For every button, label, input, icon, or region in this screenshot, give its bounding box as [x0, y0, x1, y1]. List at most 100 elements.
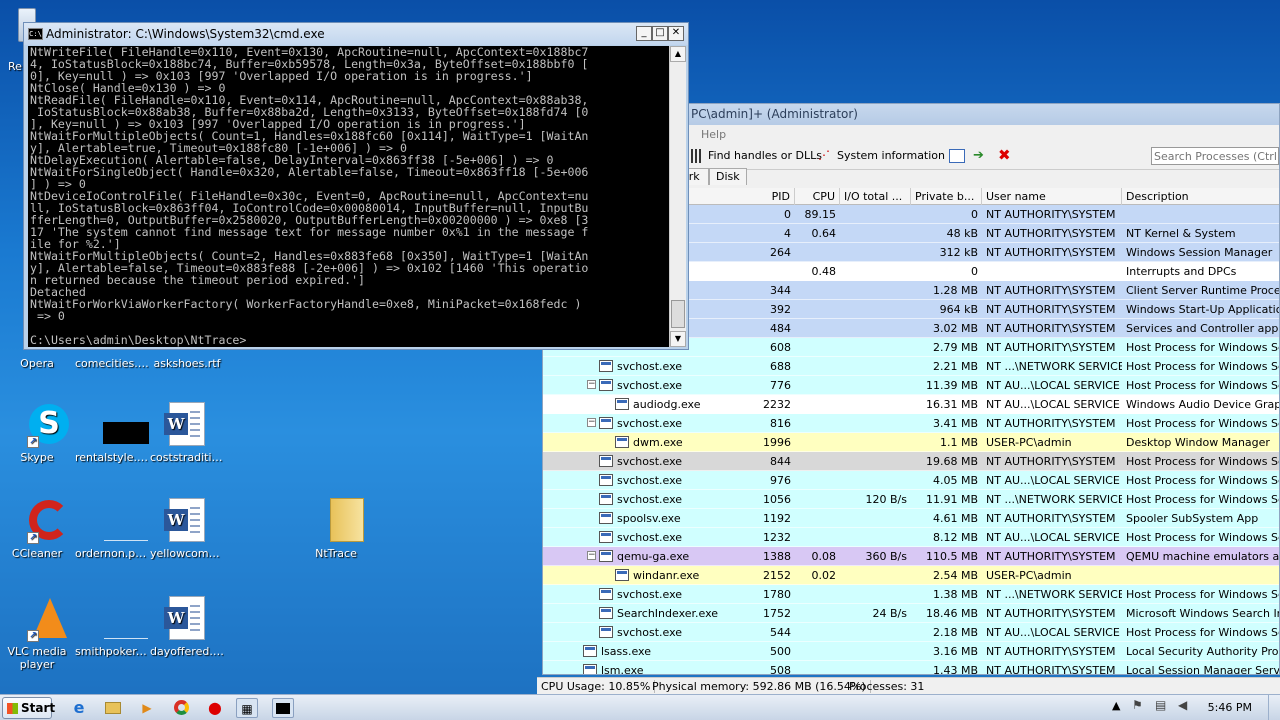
process-private-bytes: 2.54 MB — [932, 569, 978, 582]
console-line: => 0 — [30, 309, 65, 323]
process-row[interactable]: svchost.exe 1232 8.12 MB NT AU...\LOCAL SER… — [543, 528, 1279, 547]
process-private-bytes: 18.46 MB — [925, 607, 978, 620]
process-description: Host Process for Windows Servi — [1126, 588, 1279, 601]
desktop-icon-vlc[interactable]: ↗ VLC media player — [0, 596, 74, 671]
scroll-thumb[interactable] — [671, 300, 685, 328]
process-icon — [599, 512, 613, 524]
process-user: NT ...\NETWORK SERVICE — [986, 493, 1122, 506]
process-row[interactable]: SearchIndexer.exe 1752 24 B/s 18.46 MB NT AU… — [543, 604, 1279, 623]
process-user: NT AUTHORITY\SYSTEM — [986, 550, 1116, 563]
show-desktop-button[interactable] — [1268, 695, 1280, 720]
collapse-toggle-icon[interactable]: − — [587, 380, 596, 389]
tray-volume-icon[interactable]: ◀ — [1178, 698, 1187, 712]
cmd-console-output[interactable]: NtWriteFile( FileHandle=0x110, Event=0x1… — [28, 46, 669, 347]
desktop-icon-coststradition[interactable]: W coststraditio... — [150, 402, 224, 464]
find-handles-button[interactable]: Find handles or DLLs — [708, 149, 822, 162]
cmd-scrollbar[interactable]: ▲ ▼ — [669, 46, 686, 347]
taskbar-clock[interactable]: 5:46 PM — [1208, 701, 1252, 714]
process-row[interactable]: svchost.exe 976 4.05 MB NT AU...\LOCAL SERV… — [543, 471, 1279, 490]
process-user: USER-PC\admin — [986, 436, 1072, 449]
process-pid: 608 — [770, 341, 791, 354]
column-io-total[interactable]: I/O total ... — [840, 188, 911, 205]
process-pid: 2232 — [763, 398, 791, 411]
process-icon — [599, 360, 613, 372]
scroll-down-arrow-icon[interactable]: ▼ — [670, 331, 686, 347]
column-cpu[interactable]: CPU — [795, 188, 840, 205]
cmd-window[interactable]: C:\ Administrator: C:\Windows\System32\c… — [23, 22, 689, 350]
process-icon — [583, 664, 597, 674]
process-icon — [599, 531, 613, 543]
desktop-icon-yellowcomm[interactable]: W yellowcomm... — [150, 498, 224, 560]
tray-expand-icon[interactable]: ▲ — [1112, 699, 1120, 712]
opera-taskbar-icon[interactable]: ⬤ — [204, 698, 226, 718]
process-private-bytes: 0 — [971, 208, 978, 221]
desktop-icon-smithpoker[interactable]: smithpoker.... — [75, 596, 149, 658]
process-row[interactable]: lsass.exe 500 3.16 MB NT AUTHORITY\SYSTEM Lo… — [543, 642, 1279, 661]
process-row[interactable]: − svchost.exe 776 11.39 MB NT AU...\LOCAL SE… — [543, 376, 1279, 395]
internet-explorer-icon[interactable]: e — [68, 698, 90, 718]
process-row[interactable]: dwm.exe 1996 1.1 MB USER-PC\admin Desktop Wi… — [543, 433, 1279, 452]
process-private-bytes: 0 — [971, 265, 978, 278]
run-arrow-icon[interactable]: ➔ — [973, 149, 989, 163]
desktop-icon-ccleaner[interactable]: ↗ CCleaner — [0, 498, 74, 560]
desktop-icon-label: comecities.png — [75, 357, 149, 370]
close-button[interactable]: ✕ — [668, 26, 684, 41]
process-user: NT AU...\LOCAL SERVICE — [986, 531, 1120, 544]
process-description: Host Process for Windows Servi — [1126, 455, 1279, 468]
column-pid[interactable]: PID — [743, 188, 795, 205]
process-row[interactable]: svchost.exe 688 2.21 MB NT ...\NETWORK SERV… — [543, 357, 1279, 376]
process-row[interactable]: − qemu-ga.exe 1388 0.08 360 B/s 110.5 MB NT AU… — [543, 547, 1279, 566]
cmd-titlebar[interactable]: C:\ Administrator: C:\Windows\System32\c… — [24, 23, 688, 45]
desktop-icon-dayoffered[interactable]: W dayoffered.rtf — [150, 596, 224, 658]
process-row[interactable]: spoolsv.exe 1192 4.61 MB NT AUTHORITY\SYSTE… — [543, 509, 1279, 528]
desktop-icon-ordernon[interactable]: ordernon.png — [75, 498, 149, 560]
file-explorer-icon[interactable] — [102, 698, 124, 718]
process-row[interactable]: audiodg.exe 2232 16.31 MB NT AU...\LOCAL SE… — [543, 395, 1279, 414]
process-pid: 816 — [770, 417, 791, 430]
collapse-toggle-icon[interactable]: − — [587, 551, 596, 560]
process-icon — [599, 417, 613, 429]
tab-disk[interactable]: Disk — [709, 168, 747, 185]
tray-flag-icon[interactable]: ⚑ — [1132, 698, 1143, 712]
process-row[interactable]: svchost.exe 1780 1.38 MB NT ...\NETWORK SER… — [543, 585, 1279, 604]
chrome-icon[interactable] — [170, 698, 192, 718]
kill-process-icon[interactable]: ✖ — [998, 148, 1014, 163]
minimize-button[interactable]: _ — [636, 26, 652, 41]
desktop-icon-label: smithpoker.... — [75, 645, 149, 658]
start-button[interactable]: Start — [2, 697, 55, 719]
process-user: NT ...\NETWORK SERVICE — [986, 360, 1122, 373]
column-description[interactable]: Description — [1122, 188, 1280, 205]
window-icon[interactable] — [949, 149, 965, 163]
search-processes-input[interactable] — [1151, 147, 1279, 165]
desktop-icon-rentalstyle[interactable]: rentalstyle.jpg — [75, 402, 149, 464]
media-player-icon[interactable]: ▶ — [136, 698, 158, 718]
process-row[interactable]: − svchost.exe 816 3.41 MB NT AUTHORITY\SYSTE… — [543, 414, 1279, 433]
collapse-toggle-icon[interactable]: − — [587, 418, 596, 427]
process-row[interactable]: svchost.exe 1056 120 B/s 11.91 MB NT ...\NET… — [543, 490, 1279, 509]
process-row[interactable]: lsm.exe 508 1.43 MB NT AUTHORITY\SYSTEM Loca… — [543, 661, 1279, 674]
desktop-icon-skype[interactable]: S ↗ Skype — [0, 402, 74, 464]
process-icon — [599, 588, 613, 600]
maximize-button[interactable]: □ — [652, 26, 668, 41]
scroll-up-arrow-icon[interactable]: ▲ — [670, 46, 686, 62]
process-user: NT AUTHORITY\SYSTEM — [986, 208, 1116, 221]
process-description: Interrupts and DPCs — [1126, 265, 1237, 278]
menu-help[interactable]: Help — [701, 128, 726, 141]
process-pid: 1056 — [763, 493, 791, 506]
tray-network-icon[interactable]: ▤ — [1155, 698, 1166, 712]
column-user-name[interactable]: User name — [982, 188, 1122, 205]
process-pid: 1388 — [763, 550, 791, 563]
system-information-button[interactable]: System information — [837, 149, 945, 162]
desktop-icon-nttrace[interactable]: NtTrace — [299, 498, 373, 560]
process-icon — [615, 569, 629, 581]
process-explorer-taskbar-icon[interactable]: ▦ — [236, 698, 258, 718]
process-user: NT AU...\LOCAL SERVICE — [986, 398, 1120, 411]
process-icon — [599, 474, 613, 486]
process-row[interactable]: svchost.exe 844 19.68 MB NT AUTHORITY\SYSTE… — [543, 452, 1279, 471]
cmd-taskbar-icon[interactable] — [272, 698, 294, 718]
process-user: NT ...\NETWORK SERVICE — [986, 588, 1122, 601]
process-icon — [599, 550, 613, 562]
column-private-bytes[interactable]: Private b... — [911, 188, 982, 205]
process-row[interactable]: svchost.exe 544 2.18 MB NT AU...\LOCAL SERV… — [543, 623, 1279, 642]
process-row[interactable]: windanr.exe 2152 0.02 2.54 MB USER-PC\admin — [543, 566, 1279, 585]
